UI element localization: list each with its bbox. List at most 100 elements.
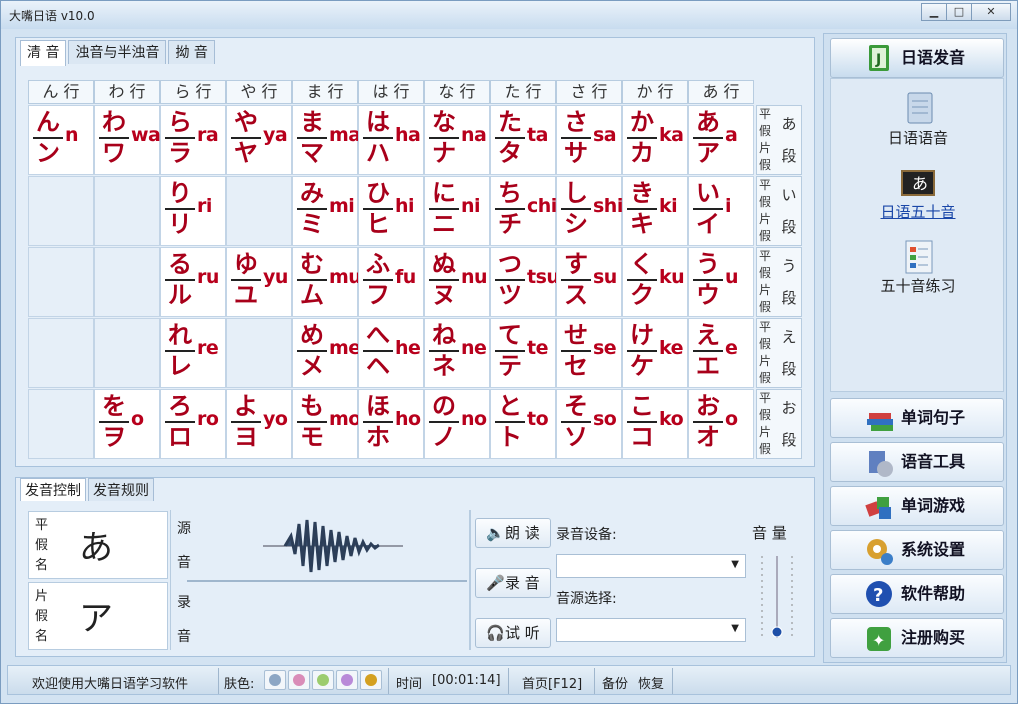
kana-cell[interactable]: とト to bbox=[490, 389, 556, 459]
kana-cell[interactable]: ちチ chi bbox=[490, 176, 557, 246]
kana-cell[interactable]: しシ shi bbox=[556, 176, 623, 246]
app-window: 大嘴日语 v10.0 ▁ □ ✕ 清 音 浊音与半浊音 拗 音 ん 行わ 行ら … bbox=[0, 0, 1018, 704]
kana-cell[interactable]: そソ so bbox=[556, 389, 622, 459]
kana-cell[interactable]: めメ me bbox=[292, 318, 361, 388]
panel-item-gojuon[interactable]: あ 日语五十音 bbox=[831, 165, 1005, 222]
kana-cell[interactable]: ひヒ hi bbox=[358, 176, 424, 246]
katakana: ヤ bbox=[234, 139, 258, 167]
kana-cell[interactable]: にニ ni bbox=[424, 176, 490, 246]
kana-cell[interactable]: はハ ha bbox=[358, 105, 424, 175]
kana-cell[interactable]: へヘ he bbox=[358, 318, 424, 388]
restore-link[interactable]: 恢复 bbox=[638, 673, 664, 692]
kana-cell[interactable]: ねネ ne bbox=[424, 318, 490, 388]
kana-cell[interactable]: きキ ki bbox=[622, 176, 688, 246]
kana-cell[interactable]: らラ ra bbox=[160, 105, 226, 175]
kana-cell[interactable]: おオo bbox=[688, 389, 754, 459]
column-header: や 行 bbox=[226, 80, 292, 104]
svg-text:J: J bbox=[875, 52, 881, 68]
kana-cell[interactable]: なナ na bbox=[424, 105, 490, 175]
register-buy-button[interactable]: ✦ 注册购买 bbox=[830, 618, 1004, 658]
kana-cell[interactable]: さサ sa bbox=[556, 105, 622, 175]
kana-cell[interactable]: みミ mi bbox=[292, 176, 358, 246]
source-select[interactable]: ▼ bbox=[556, 618, 746, 642]
skin-color-4[interactable] bbox=[336, 670, 358, 690]
katakana: ヒ bbox=[366, 210, 390, 238]
close-button[interactable]: ✕ bbox=[971, 3, 1011, 21]
software-help-button[interactable]: ? 软件帮助 bbox=[830, 574, 1004, 614]
backup-link[interactable]: 备份 bbox=[602, 673, 628, 692]
kana-cell[interactable]: けケ ke bbox=[622, 318, 688, 388]
kana-cell[interactable]: むム mu bbox=[292, 247, 362, 317]
kana-cell[interactable]: せセ se bbox=[556, 318, 622, 388]
kana-cell[interactable]: もモ mo bbox=[292, 389, 361, 459]
kana-cell[interactable]: るル ru bbox=[160, 247, 226, 317]
kana-cell[interactable]: やヤ ya bbox=[226, 105, 292, 175]
kana-cell[interactable]: をヲo bbox=[94, 389, 160, 459]
kana-cell[interactable]: すス su bbox=[556, 247, 622, 317]
kana-cell[interactable]: ろロ ro bbox=[160, 389, 226, 459]
skin-color-5[interactable] bbox=[360, 670, 382, 690]
word-games-button[interactable]: 单词游戏 bbox=[830, 486, 1004, 526]
dan-label: お段 bbox=[781, 399, 797, 449]
romaji: o bbox=[725, 408, 738, 430]
japanese-pronunciation-button[interactable]: J 日语发音 bbox=[830, 38, 1004, 78]
kana-cell[interactable]: つツ tsu bbox=[490, 247, 560, 317]
romaji: mo bbox=[329, 408, 361, 430]
kana-cell[interactable]: こコ ko bbox=[622, 389, 688, 459]
kana-cell[interactable]: れレ re bbox=[160, 318, 226, 388]
katakana: ソ bbox=[564, 423, 588, 451]
kana-cell[interactable]: りリ ri bbox=[160, 176, 226, 246]
kana-cell[interactable]: わワ wa bbox=[94, 105, 161, 175]
kana-cell[interactable]: ほホ ho bbox=[358, 389, 424, 459]
listen-button[interactable]: 🎧试 听 bbox=[475, 618, 551, 648]
empty-cell bbox=[28, 247, 94, 317]
kana-cell[interactable]: えエe bbox=[688, 318, 754, 388]
volume-knob[interactable] bbox=[771, 626, 783, 638]
words-sentences-button[interactable]: 单词句子 bbox=[830, 398, 1004, 438]
romaji: i bbox=[725, 195, 732, 217]
panel-item-practice[interactable]: 五十音练习 bbox=[831, 239, 1005, 296]
title-bar[interactable]: 大嘴日语 v10.0 ▁ □ ✕ bbox=[1, 1, 1017, 29]
kana-cell[interactable]: てテ te bbox=[490, 318, 556, 388]
book-icon: J bbox=[869, 45, 889, 71]
kana-cell[interactable]: たタ ta bbox=[490, 105, 556, 175]
kana-cell[interactable]: ぬヌ nu bbox=[424, 247, 490, 317]
hiragana: め bbox=[297, 321, 327, 352]
kana-cell[interactable]: んンn bbox=[28, 105, 94, 175]
romaji: me bbox=[329, 337, 361, 359]
skin-color-3[interactable] bbox=[312, 670, 334, 690]
voice-tools-button[interactable]: 语音工具 bbox=[830, 442, 1004, 482]
hiragana: は bbox=[363, 108, 393, 139]
time-value: [00:01:14] bbox=[432, 673, 501, 688]
kana-cell[interactable]: いイi bbox=[688, 176, 754, 246]
kana-cell[interactable]: まマ ma bbox=[292, 105, 361, 175]
kana-cell[interactable]: のノ no bbox=[424, 389, 490, 459]
tab-youon[interactable]: 拗 音 bbox=[168, 40, 215, 64]
tab-dakuon[interactable]: 浊音与半浊音 bbox=[68, 40, 167, 64]
kana-cell[interactable]: よヨ yo bbox=[226, 389, 292, 459]
volume-slider[interactable] bbox=[758, 552, 796, 642]
kana-cell[interactable]: うウu bbox=[688, 247, 754, 317]
skin-color-2[interactable] bbox=[288, 670, 310, 690]
dan-label: え段 bbox=[781, 328, 797, 378]
kana-cell[interactable]: くク ku bbox=[622, 247, 688, 317]
kana-cell[interactable]: かカ ka bbox=[622, 105, 688, 175]
tab-pronunciation-control[interactable]: 发音控制 bbox=[20, 478, 86, 501]
katakana: ロ bbox=[168, 423, 192, 451]
hiragana: し bbox=[561, 179, 591, 210]
read-button[interactable]: 🔈朗 读 bbox=[475, 518, 551, 548]
skin-color-1[interactable] bbox=[264, 670, 286, 690]
system-settings-button[interactable]: 系统设置 bbox=[830, 530, 1004, 570]
panel-item-voice[interactable]: 日语语音 bbox=[831, 91, 1005, 148]
hiragana: に bbox=[429, 179, 459, 210]
tab-pronunciation-rules[interactable]: 发音规则 bbox=[88, 478, 154, 501]
record-button[interactable]: 🎤录 音 bbox=[475, 568, 551, 598]
kana-cell[interactable]: ゆユ yu bbox=[226, 247, 292, 317]
minimize-button[interactable]: ▁ bbox=[921, 3, 947, 21]
kana-cell[interactable]: ふフ fu bbox=[358, 247, 424, 317]
record-device-select[interactable]: ▼ bbox=[556, 554, 746, 578]
home-link[interactable]: 首页[F12] bbox=[522, 673, 582, 692]
kana-cell[interactable]: あアa bbox=[688, 105, 754, 175]
maximize-button[interactable]: □ bbox=[946, 3, 972, 21]
tab-seion[interactable]: 清 音 bbox=[20, 40, 67, 66]
